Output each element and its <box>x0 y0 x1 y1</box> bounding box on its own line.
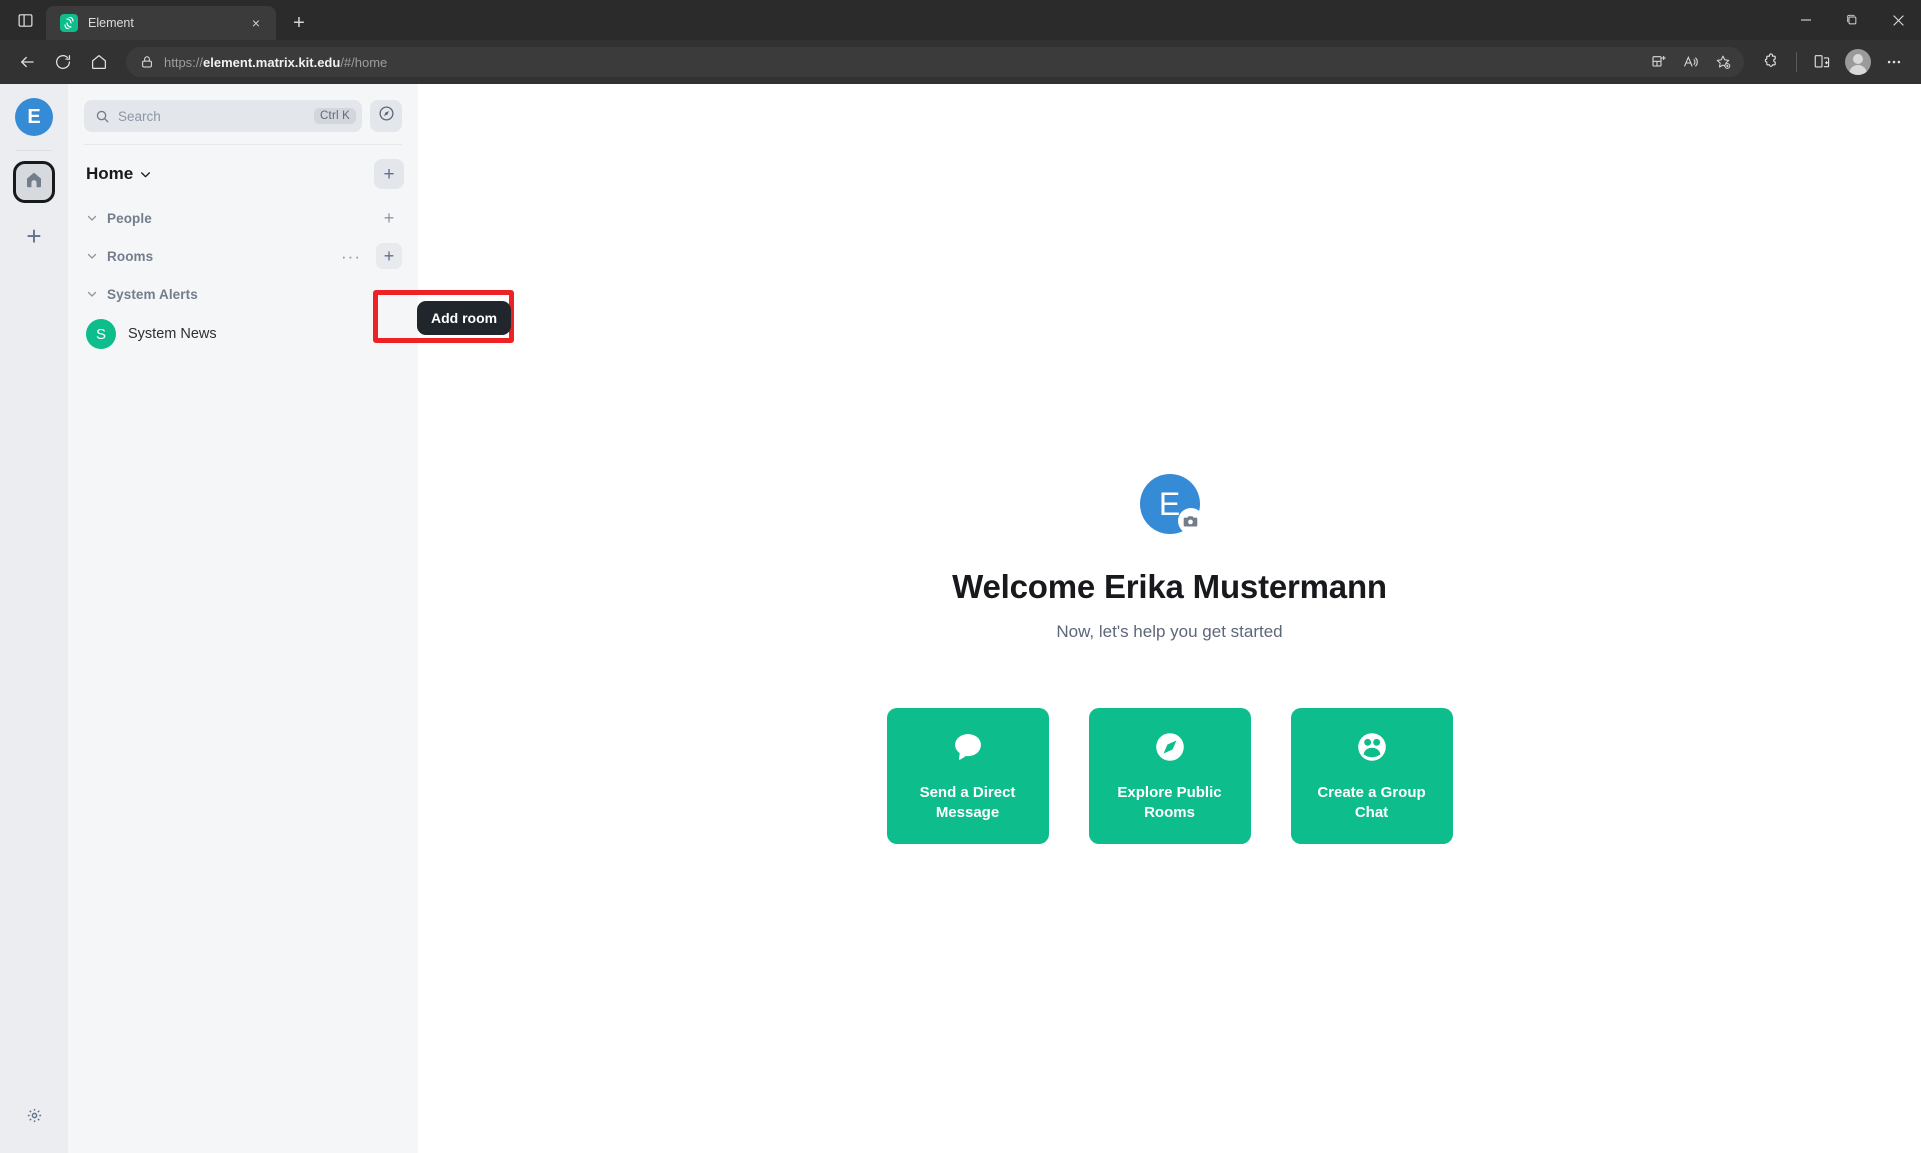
home-icon[interactable] <box>82 45 116 79</box>
card-label: Send a Direct Message <box>919 783 1016 821</box>
user-space-avatar[interactable]: E <box>15 98 53 136</box>
window-controls <box>1783 0 1921 40</box>
section-people: People + <box>68 199 418 237</box>
element-app: E + Search Ctrl K Home + People + Rooms … <box>0 84 1921 1153</box>
room-list-panel: Search Ctrl K Home + People + Rooms ··· … <box>68 84 418 1153</box>
new-tab-button[interactable]: + <box>284 8 314 38</box>
tab-actions-icon[interactable] <box>10 5 40 35</box>
settings-more-icon[interactable] <box>1877 45 1911 79</box>
compass-icon <box>378 105 395 127</box>
refresh-icon[interactable] <box>46 45 80 79</box>
address-bar[interactable]: https://element.matrix.kit.edu/#/home <box>126 47 1744 77</box>
send-direct-message-card[interactable]: Send a Direct Message <box>886 708 1049 844</box>
minimize-button[interactable] <box>1783 0 1829 40</box>
room-name: System News <box>128 326 217 342</box>
search-row: Search Ctrl K <box>68 84 418 132</box>
browser-tab[interactable]: Element × <box>46 6 276 40</box>
close-button[interactable] <box>1875 0 1921 40</box>
avatar <box>1845 49 1871 75</box>
restore-button[interactable] <box>1829 0 1875 40</box>
tab-close-icon[interactable]: × <box>246 13 266 33</box>
lock-icon <box>140 55 154 69</box>
search-icon <box>95 109 110 124</box>
chevron-down-icon[interactable] <box>139 168 152 181</box>
chevron-down-icon[interactable] <box>86 250 98 262</box>
toolbar-separator <box>1796 52 1797 72</box>
room-avatar: S <box>86 319 116 349</box>
chat-bubble-icon <box>950 729 986 765</box>
chevron-down-icon[interactable] <box>86 288 98 300</box>
section-label-rooms[interactable]: Rooms <box>107 249 153 264</box>
url-host: element.matrix.kit.edu <box>203 54 341 70</box>
create-space-button[interactable]: + <box>13 215 55 257</box>
tab-strip-left <box>0 0 46 40</box>
space-divider <box>16 150 52 151</box>
element-logo-icon <box>60 14 78 32</box>
read-aloud-icon[interactable] <box>1676 49 1706 75</box>
welcome-avatar-wrap: E <box>1139 474 1204 534</box>
url-scheme: https:// <box>164 54 204 70</box>
collections-icon[interactable] <box>1644 49 1674 75</box>
search-placeholder: Search <box>118 108 161 124</box>
profile-avatar-icon[interactable] <box>1841 45 1875 79</box>
section-label-system-alerts[interactable]: System Alerts <box>107 287 198 302</box>
room-list-header: Home + <box>68 145 418 199</box>
page-subtitle: Now, let's help you get started <box>1056 622 1283 641</box>
tooltip: Add room <box>417 301 512 335</box>
add-button[interactable]: + <box>374 159 404 189</box>
explore-public-rooms-card[interactable]: Explore Public Rooms <box>1088 708 1251 844</box>
search-shortcut-badge: Ctrl K <box>314 108 356 124</box>
home-icon <box>24 170 44 195</box>
space-home-button[interactable] <box>13 161 55 203</box>
settings-gear-icon[interactable] <box>18 1099 50 1131</box>
split-screen-icon[interactable] <box>1805 45 1839 79</box>
add-room-button[interactable]: + <box>376 243 402 269</box>
extensions-icon[interactable] <box>1754 45 1788 79</box>
section-rooms: Rooms ··· + <box>68 237 418 275</box>
add-people-button[interactable]: + <box>376 205 402 231</box>
explore-rooms-button[interactable] <box>370 100 402 132</box>
room-list-title[interactable]: Home <box>86 164 133 184</box>
space-panel: E + <box>0 84 68 1153</box>
search-input[interactable]: Search Ctrl K <box>84 100 362 132</box>
quick-action-cards: Send a Direct Message Explore Public Roo… <box>886 708 1453 844</box>
card-label: Create a Group Chat <box>1317 783 1426 821</box>
url-path: /#/home <box>340 54 388 70</box>
back-icon[interactable] <box>10 45 44 79</box>
section-system-alerts: System Alerts <box>68 275 418 313</box>
page-title: Welcome Erika Mustermann <box>952 568 1387 605</box>
camera-icon[interactable] <box>1177 508 1204 534</box>
welcome-view: E Welcome Erika Mustermann Now, let's he… <box>418 84 1921 1153</box>
omnibox-actions <box>1644 49 1738 75</box>
create-group-chat-card[interactable]: Create a Group Chat <box>1290 708 1453 844</box>
chevron-down-icon[interactable] <box>86 212 98 224</box>
tab-strip: Element × + <box>0 0 1921 40</box>
group-people-icon <box>1354 729 1390 765</box>
section-label-people[interactable]: People <box>107 211 152 226</box>
browser-window: Element × + https://element.matrix.kit.e… <box>0 0 1921 1153</box>
tab-title: Element <box>88 16 134 30</box>
card-label: Explore Public Rooms <box>1117 783 1222 821</box>
url-text: https://element.matrix.kit.edu/#/home <box>164 55 1634 70</box>
add-favorite-icon[interactable] <box>1708 49 1738 75</box>
rooms-options-icon[interactable]: ··· <box>335 248 367 265</box>
list-item[interactable]: S System News <box>68 313 418 355</box>
toolbar-right-actions <box>1754 45 1911 79</box>
compass-icon <box>1152 729 1188 765</box>
browser-toolbar: https://element.matrix.kit.edu/#/home <box>0 40 1921 84</box>
